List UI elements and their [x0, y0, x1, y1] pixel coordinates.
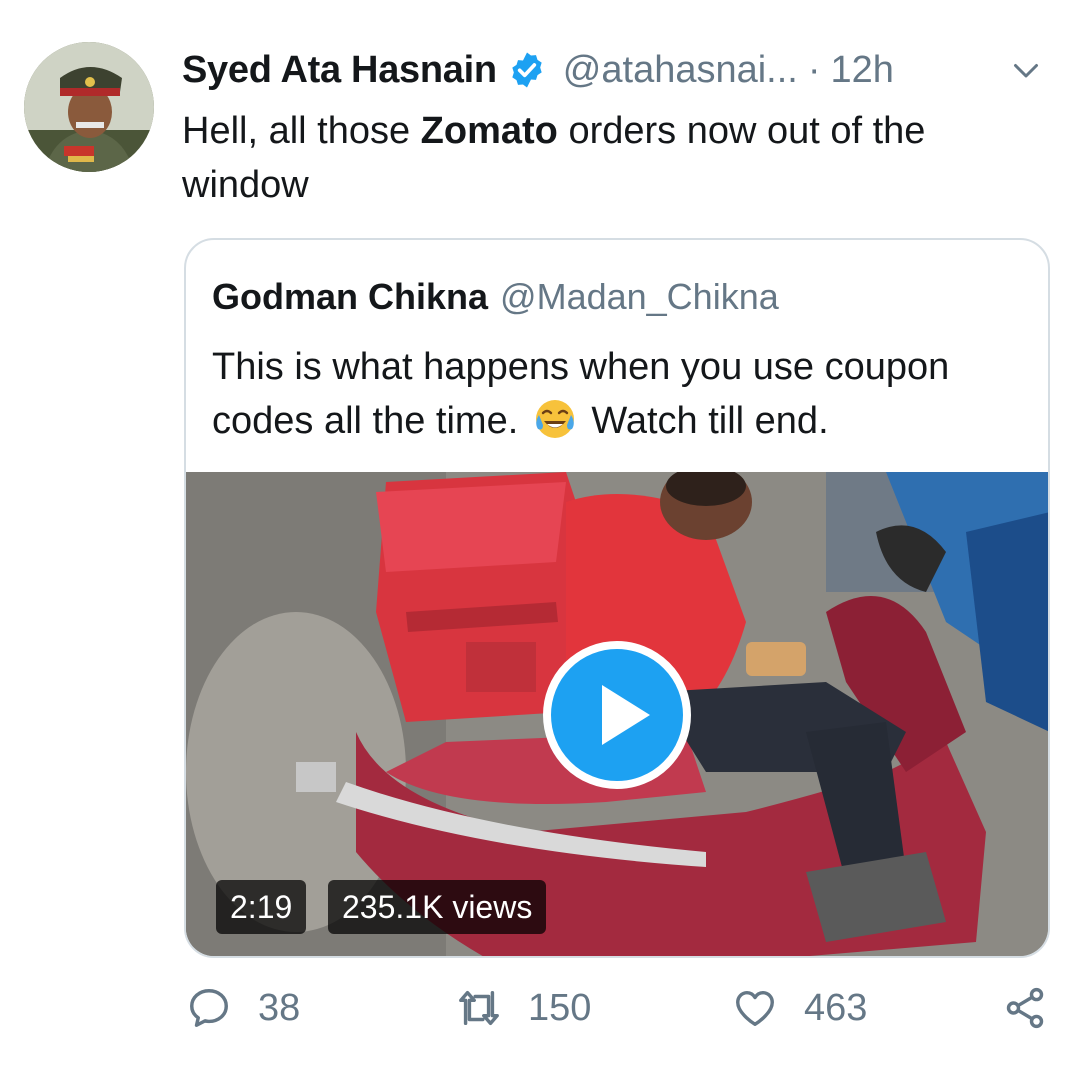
quoted-tweet-header: Godman Chikna @Madan_Chikna [212, 276, 779, 318]
retweet-button[interactable]: 150 [456, 985, 591, 1031]
quoted-author-name: Godman Chikna [212, 276, 489, 317]
author-name[interactable]: Syed Ata Hasnain [182, 49, 497, 92]
share-button[interactable] [1002, 985, 1048, 1031]
quoted-author-handle: @Madan_Chikna [500, 276, 779, 317]
chevron-down-icon[interactable] [1008, 52, 1044, 88]
quoted-text-part: Watch till end. [580, 400, 829, 442]
avatar[interactable] [24, 42, 154, 172]
separator-dot: · [807, 48, 821, 91]
verified-badge-icon [512, 52, 542, 88]
tweet-text-part: Hell, all those [182, 110, 421, 152]
retweet-count: 150 [528, 986, 592, 1029]
author-handle[interactable]: @atahasnai... [563, 49, 798, 92]
like-count: 463 [804, 986, 868, 1029]
play-icon[interactable] [542, 640, 692, 790]
quoted-tweet-card[interactable]: Godman Chikna @Madan_Chikna This is what … [184, 238, 1050, 958]
retweet-icon [459, 990, 499, 1026]
video-views-badge: 235.1K views [328, 880, 547, 934]
video-duration-badge: 2:19 [216, 880, 307, 934]
tweet-actions: 38 150 463 [0, 985, 1080, 1045]
reply-button[interactable]: 38 [186, 985, 300, 1031]
quoted-tweet-text: This is what happens when you use coupon… [212, 340, 1032, 448]
like-button[interactable]: 463 [732, 985, 867, 1031]
tweet-header: Syed Ata Hasnain @atahasnai... · 12h [182, 40, 1050, 100]
reply-icon [190, 989, 228, 1027]
video-player[interactable]: 2:19 235.1K views [186, 472, 1048, 956]
share-icon [1006, 987, 1044, 1029]
tweet-text-bold: Zomato [420, 110, 558, 152]
reply-count: 38 [258, 986, 301, 1029]
tweet-time[interactable]: 12h [831, 49, 894, 92]
avatar-image [24, 42, 154, 172]
tweet-text: Hell, all those Zomato orders now out of… [182, 104, 1042, 212]
like-icon [736, 990, 774, 1027]
tears-of-joy-emoji-icon [535, 400, 574, 438]
